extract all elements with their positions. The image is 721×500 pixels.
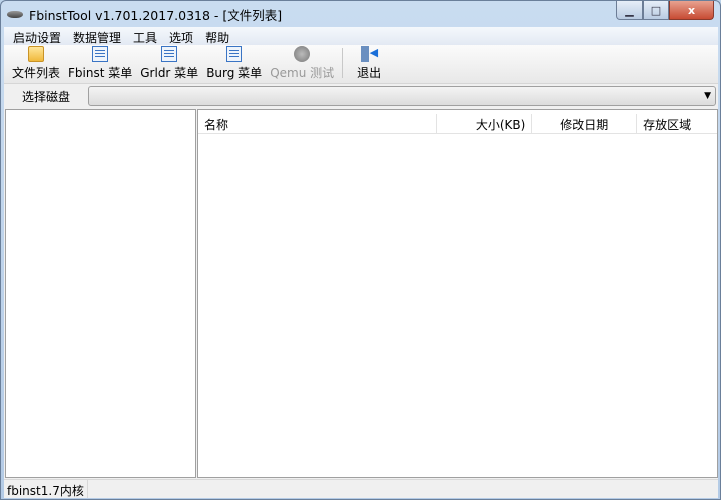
burg-menu-button[interactable]: Burg 菜单	[202, 46, 266, 81]
exit-icon	[361, 46, 378, 62]
title-bar: FbinstTool v1.701.2017.0318 - [文件列表]	[7, 5, 282, 23]
menu-tools[interactable]: 工具	[127, 27, 163, 45]
status-kernel: fbinst1.7内核	[4, 480, 88, 498]
gear-icon	[294, 46, 311, 62]
menu-doc-icon	[161, 46, 178, 62]
qemu-test-button[interactable]: Qemu 测试	[266, 46, 338, 81]
disk-select-dropdown[interactable]: ▼	[88, 86, 716, 106]
menu-boot-settings[interactable]: 启动设置	[7, 27, 67, 45]
file-list-pane[interactable]: 名称 大小(KB) 修改日期 存放区域	[197, 109, 718, 478]
column-name[interactable]: 名称	[198, 114, 437, 133]
window-title: FbinstTool v1.701.2017.0318 - [文件列表]	[29, 7, 283, 23]
exit-button[interactable]: 退出	[353, 46, 385, 81]
chevron-down-icon: ▼	[704, 91, 711, 101]
menu-doc-icon	[92, 46, 109, 62]
folder-icon	[28, 46, 44, 62]
toolbar-separator	[342, 48, 344, 78]
maximize-button[interactable]: □	[643, 1, 669, 20]
column-storage-area[interactable]: 存放区域	[637, 114, 717, 133]
disk-select-label: 选择磁盘	[21, 89, 70, 104]
menu-doc-icon	[226, 46, 243, 62]
column-modified-date[interactable]: 修改日期	[532, 114, 638, 133]
grldr-menu-button[interactable]: Grldr 菜单	[136, 46, 202, 81]
app-disk-icon	[7, 10, 23, 18]
status-bar: fbinst1.7内核	[4, 479, 718, 498]
file-list-button[interactable]: 文件列表	[8, 46, 64, 81]
fbinst-menu-button[interactable]: Fbinst 菜单	[64, 46, 136, 81]
menu-options[interactable]: 选项	[163, 27, 199, 45]
minimize-button[interactable]: ▁	[616, 1, 643, 20]
file-list-header: 名称 大小(KB) 修改日期 存放区域	[198, 114, 717, 134]
close-button[interactable]: x	[669, 1, 714, 20]
menu-bar: 启动设置 数据管理 工具 选项 帮助	[4, 27, 718, 45]
column-size[interactable]: 大小(KB)	[437, 114, 533, 133]
folder-tree-pane[interactable]	[5, 109, 196, 478]
menu-data-management[interactable]: 数据管理	[67, 27, 127, 45]
toolbar: 文件列表 Fbinst 菜单 Grldr 菜单 Burg 菜单 Qemu 测试 …	[4, 45, 718, 84]
menu-help[interactable]: 帮助	[199, 27, 235, 45]
main-window: FbinstTool v1.701.2017.0318 - [文件列表] ▁ □…	[0, 0, 721, 500]
